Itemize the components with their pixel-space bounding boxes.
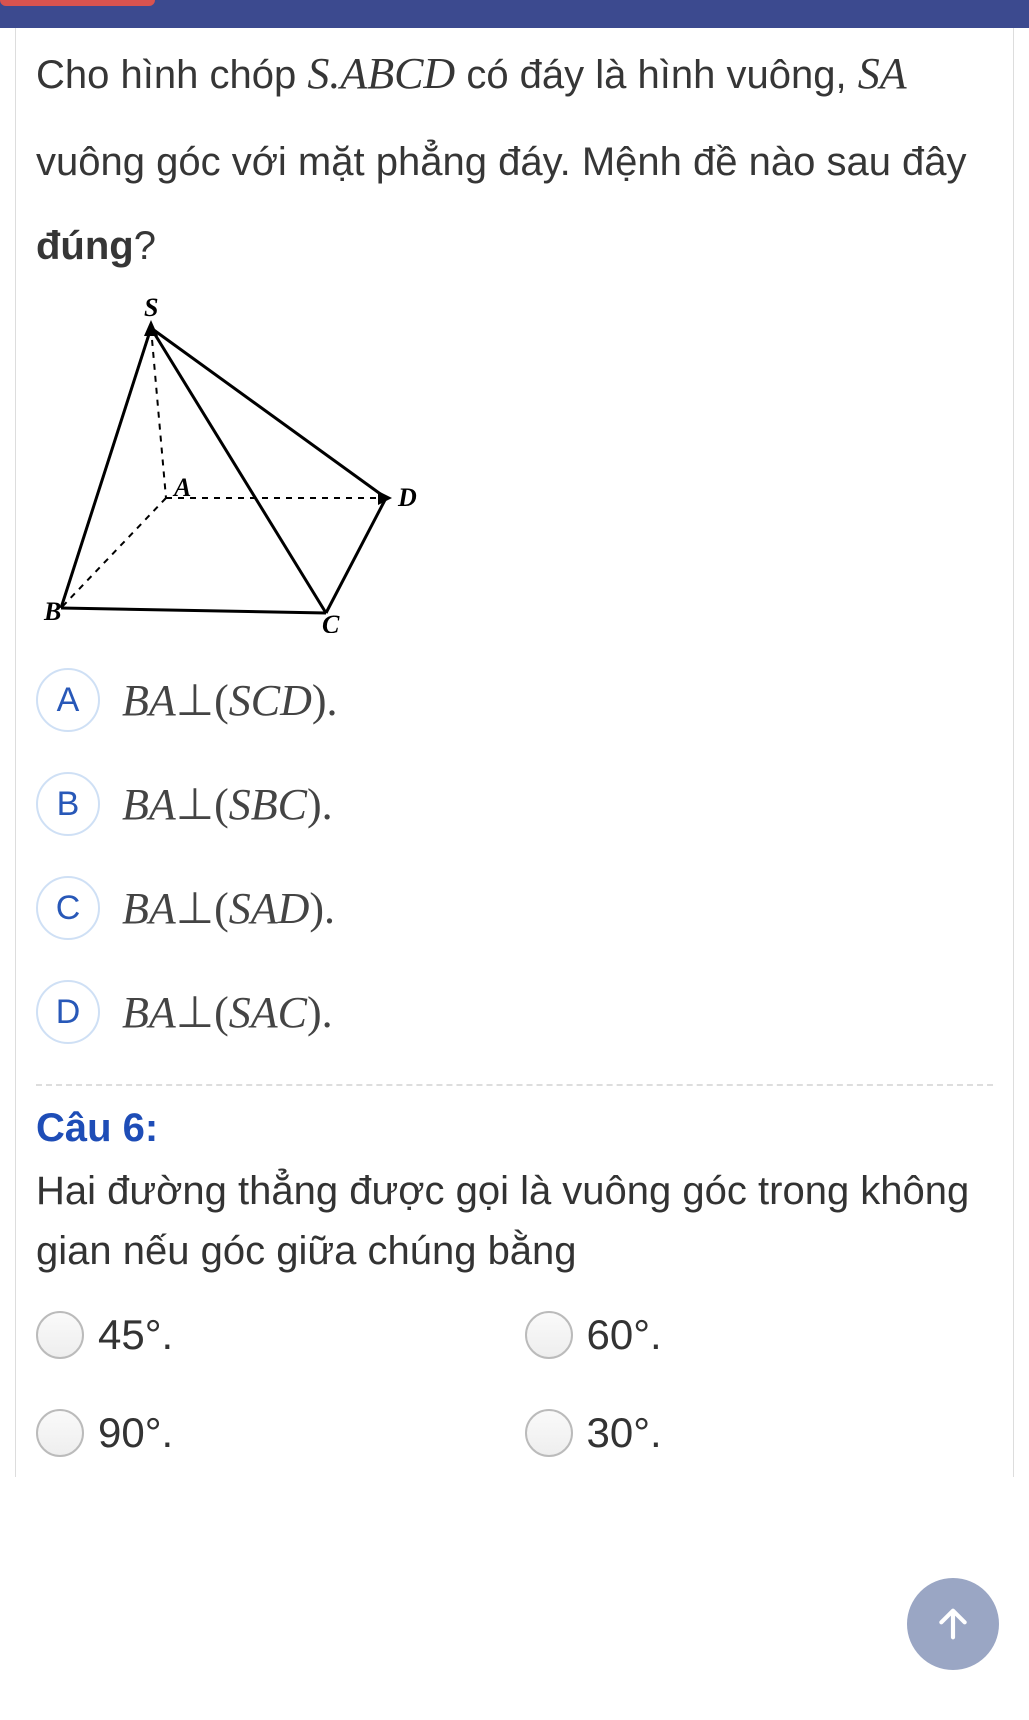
q6-option-label-60: 60°. xyxy=(587,1311,662,1359)
figure-label-B: B xyxy=(43,597,61,626)
question6-label: Câu 6: xyxy=(36,1106,993,1151)
option-badge-B: B xyxy=(36,772,100,836)
question5-prompt: Cho hình chóp S.ABCD có đáy là hình vuôn… xyxy=(36,28,993,288)
q5-text-1: Cho hình chóp xyxy=(36,53,307,97)
q6-option-60[interactable]: 60°. xyxy=(525,1311,994,1359)
q5-math-SA: SA xyxy=(858,49,907,98)
option-D[interactable]: D BA⊥(SAC). xyxy=(36,980,993,1044)
radio-icon xyxy=(525,1311,573,1359)
pyramid-figure: S A B C D xyxy=(36,298,993,638)
option-badge-D: D xyxy=(36,980,100,1044)
option-C[interactable]: C BA⊥(SAD). xyxy=(36,876,993,940)
q5-options: A BA⊥(SCD). B BA⊥(SBC). C BA⊥(SAD). D BA… xyxy=(36,668,993,1044)
q6-option-90[interactable]: 90°. xyxy=(36,1409,505,1457)
arrow-up-icon xyxy=(933,1604,973,1644)
q5-text-3: vuông góc với mặt phẳng đáy. Mệnh đề nào… xyxy=(36,140,967,184)
q6-option-label-30: 30°. xyxy=(587,1409,662,1457)
q6-option-45[interactable]: 45°. xyxy=(36,1311,505,1359)
option-text-B: BA⊥(SBC). xyxy=(122,779,333,830)
figure-label-D: D xyxy=(397,483,417,512)
question6-prompt: Hai đường thẳng được gọi là vuông góc tr… xyxy=(36,1161,993,1281)
figure-label-A: A xyxy=(172,473,191,502)
option-badge-A: A xyxy=(36,668,100,732)
option-text-A: BA⊥(SCD). xyxy=(122,675,338,726)
question-divider xyxy=(36,1084,993,1086)
option-text-C: BA⊥(SAD). xyxy=(122,883,335,934)
q6-option-30[interactable]: 30°. xyxy=(525,1409,994,1457)
option-badge-C: C xyxy=(36,876,100,940)
q5-text-4: ? xyxy=(134,224,156,268)
q5-bold-dung: đúng xyxy=(36,224,134,268)
radio-icon xyxy=(36,1311,84,1359)
scroll-to-top-button[interactable] xyxy=(907,1578,999,1670)
radio-icon xyxy=(36,1409,84,1457)
q6-option-label-45: 45°. xyxy=(98,1311,173,1359)
radio-icon xyxy=(525,1409,573,1457)
figure-label-C: C xyxy=(322,610,340,633)
header-bar xyxy=(0,0,1029,28)
q5-text-2: có đáy là hình vuông, xyxy=(455,53,858,97)
q6-option-label-90: 90°. xyxy=(98,1409,173,1457)
red-tab-indicator xyxy=(0,0,155,6)
option-A[interactable]: A BA⊥(SCD). xyxy=(36,668,993,732)
question-card: Cho hình chóp S.ABCD có đáy là hình vuôn… xyxy=(15,28,1014,1477)
option-B[interactable]: B BA⊥(SBC). xyxy=(36,772,993,836)
option-text-D: BA⊥(SAC). xyxy=(122,987,333,1038)
q5-math-SABCD: S.ABCD xyxy=(307,49,455,98)
q6-options: 45°. 60°. 90°. 30°. xyxy=(36,1311,993,1457)
figure-label-S: S xyxy=(144,298,158,322)
